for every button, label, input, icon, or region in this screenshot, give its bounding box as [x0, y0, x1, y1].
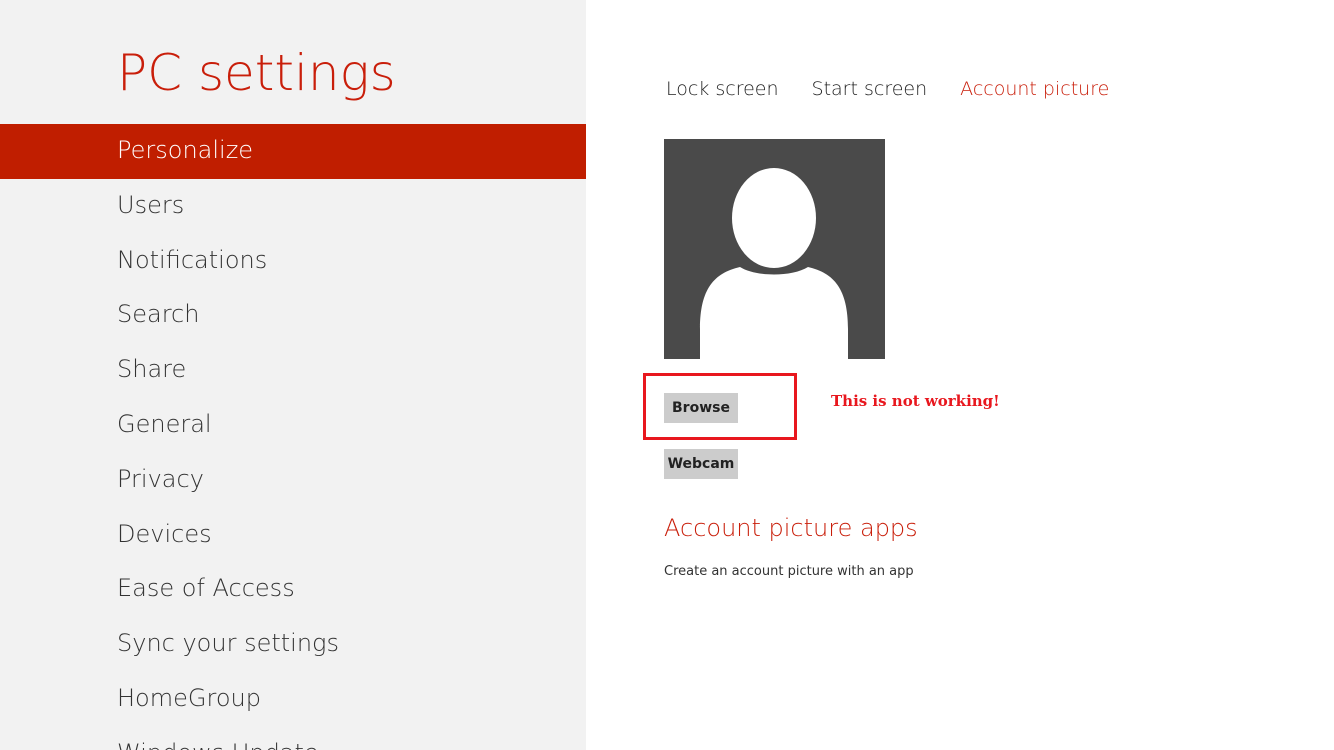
left-pane: PC settings Personalize Users Notificati… — [0, 0, 586, 750]
nav-item-users[interactable]: Users — [0, 179, 586, 234]
nav-list: Personalize Users Notifications Search S… — [0, 124, 586, 750]
nav-item-windows-update[interactable]: Windows Update — [0, 727, 586, 750]
user-silhouette-icon — [700, 168, 848, 359]
nav-item-ease-of-access[interactable]: Ease of Access — [0, 562, 586, 617]
personalize-tabs: Lock screen Start screen Account picture — [666, 78, 1142, 100]
account-picture — [664, 139, 885, 359]
nav-item-share[interactable]: Share — [0, 343, 586, 398]
browse-button[interactable]: Browse — [664, 393, 738, 423]
page-title: PC settings — [117, 44, 396, 102]
nav-item-search[interactable]: Search — [0, 288, 586, 343]
nav-item-devices[interactable]: Devices — [0, 508, 586, 563]
nav-item-privacy[interactable]: Privacy — [0, 453, 586, 508]
tab-lock-screen[interactable]: Lock screen — [666, 78, 779, 100]
content-pane: Lock screen Start screen Account picture… — [586, 0, 1334, 750]
tab-start-screen[interactable]: Start screen — [812, 78, 928, 100]
webcam-button[interactable]: Webcam — [664, 449, 738, 479]
nav-item-sync-settings[interactable]: Sync your settings — [0, 617, 586, 672]
nav-item-personalize[interactable]: Personalize — [0, 124, 586, 179]
nav-item-notifications[interactable]: Notifications — [0, 234, 586, 289]
account-picture-apps-heading: Account picture apps — [664, 514, 918, 542]
annotation-text: This is not working! — [831, 392, 1000, 410]
nav-item-homegroup[interactable]: HomeGroup — [0, 672, 586, 727]
nav-item-general[interactable]: General — [0, 398, 586, 453]
pc-settings-window: PC settings Personalize Users Notificati… — [0, 0, 1334, 750]
account-picture-apps-description: Create an account picture with an app — [664, 564, 914, 579]
tab-account-picture[interactable]: Account picture — [960, 78, 1109, 100]
